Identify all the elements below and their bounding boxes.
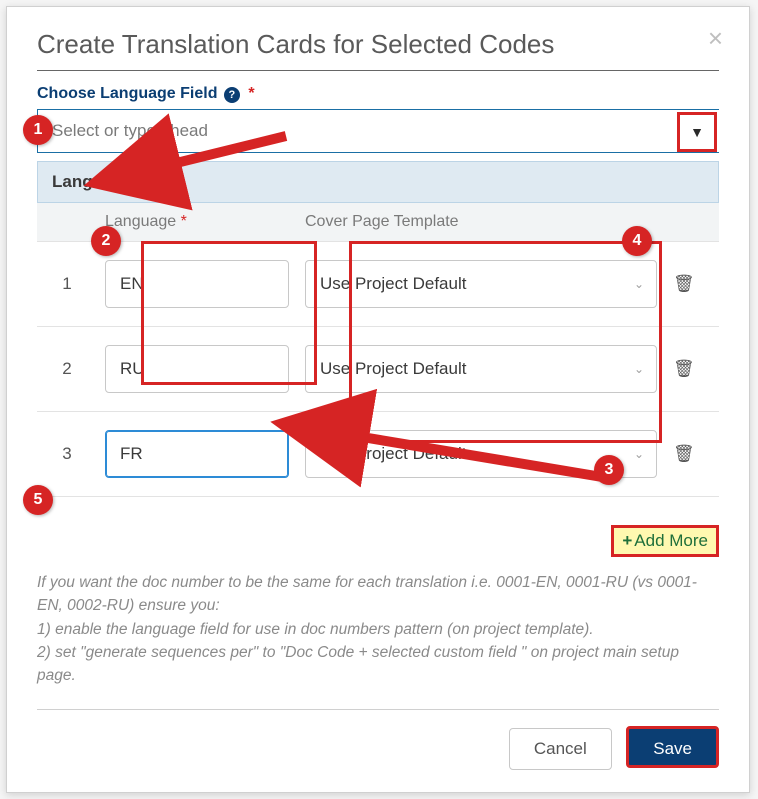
language-input[interactable] bbox=[105, 430, 289, 478]
required-asterisk: * bbox=[248, 85, 254, 102]
template-select[interactable]: Use Project Default ⌄ bbox=[305, 430, 657, 478]
delete-row-button[interactable]: 🗑 bbox=[665, 327, 719, 412]
help-icon[interactable]: ? bbox=[224, 87, 240, 103]
required-asterisk: * bbox=[181, 213, 187, 230]
dropdown-toggle[interactable]: ▼ bbox=[677, 112, 717, 152]
field-label-text: Choose Language Field bbox=[37, 85, 217, 102]
modal-dialog: × Create Translation Cards for Selected … bbox=[6, 6, 750, 793]
close-icon[interactable]: × bbox=[708, 25, 723, 51]
cancel-button[interactable]: Cancel bbox=[509, 728, 612, 770]
template-value: Use Project Default bbox=[320, 359, 466, 379]
save-button[interactable]: Save bbox=[626, 726, 719, 768]
row-index: 2 bbox=[37, 327, 97, 412]
language-input[interactable] bbox=[105, 260, 289, 308]
instructions-text: If you want the doc number to be the sam… bbox=[37, 571, 719, 687]
template-value: Use Project Default bbox=[320, 274, 466, 294]
table-row: 1 Use Project Default ⌄ 🗑 bbox=[37, 242, 719, 327]
divider bbox=[37, 709, 719, 710]
footer: Cancel Save bbox=[37, 726, 719, 770]
row-index: 1 bbox=[37, 242, 97, 327]
template-select[interactable]: Use Project Default ⌄ bbox=[305, 345, 657, 393]
row-index: 3 bbox=[37, 412, 97, 497]
col-language: Language * bbox=[97, 203, 297, 242]
select-placeholder: Select or type ahead bbox=[52, 121, 208, 141]
chevron-down-icon: ⌄ bbox=[634, 447, 644, 461]
language-dropdown-label: Language bbox=[52, 172, 132, 192]
add-more-label: Add More bbox=[634, 531, 708, 550]
hint-line-1: 1) enable the language field for use in … bbox=[37, 618, 719, 641]
delete-row-button[interactable]: 🗑 bbox=[665, 412, 719, 497]
delete-row-button[interactable]: 🗑 bbox=[665, 242, 719, 327]
table-row: 2 Use Project Default ⌄ 🗑 bbox=[37, 327, 719, 412]
template-select[interactable]: Use Project Default ⌄ bbox=[305, 260, 657, 308]
translation-rows-table: Language * Cover Page Template 1 Use Pro… bbox=[37, 203, 719, 497]
plus-icon: + bbox=[622, 531, 632, 550]
hint-line-2: 2) set "generate sequences per" to "Doc … bbox=[37, 641, 719, 688]
col-delete bbox=[665, 203, 719, 242]
add-more-button[interactable]: +Add More bbox=[611, 525, 719, 557]
hint-intro: If you want the doc number to be the sam… bbox=[37, 571, 719, 618]
col-template: Cover Page Template bbox=[297, 203, 665, 242]
col-index bbox=[37, 203, 97, 242]
choose-language-field-label: Choose Language Field ? * bbox=[37, 85, 719, 103]
modal-title: Create Translation Cards for Selected Co… bbox=[37, 29, 719, 60]
chevron-down-icon: ⌄ bbox=[634, 277, 644, 291]
chevron-down-icon: ⌄ bbox=[634, 362, 644, 376]
template-value: Use Project Default bbox=[320, 444, 466, 464]
language-input[interactable] bbox=[105, 345, 289, 393]
language-field-select[interactable]: Select or type ahead ▼ bbox=[37, 109, 719, 153]
divider bbox=[37, 70, 719, 71]
language-dropdown-option[interactable]: Language bbox=[37, 161, 719, 203]
table-row: 3 Use Project Default ⌄ 🗑 bbox=[37, 412, 719, 497]
chevron-down-icon: ▼ bbox=[690, 124, 704, 140]
